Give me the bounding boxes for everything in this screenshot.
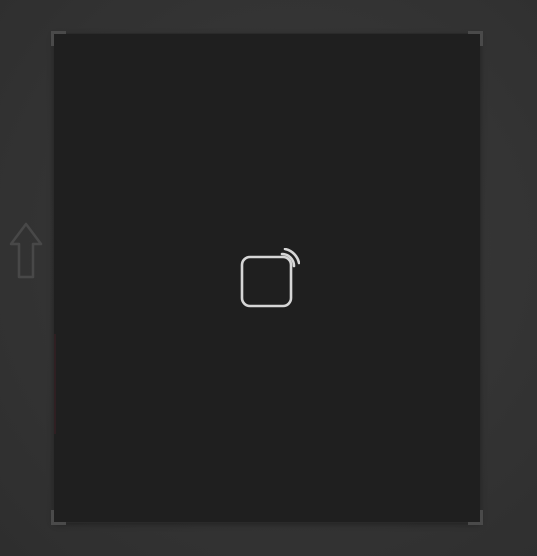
canvas-edge-mark xyxy=(54,334,56,434)
viewer-stage xyxy=(0,0,537,556)
crop-handle-top-right[interactable] xyxy=(468,31,483,46)
crop-handle-bottom-right[interactable] xyxy=(468,510,483,525)
crop-handle-bottom-left[interactable] xyxy=(51,510,66,525)
crop-handle-top-left[interactable] xyxy=(51,31,66,46)
up-arrow-icon[interactable] xyxy=(9,222,43,280)
screen-cast-icon[interactable] xyxy=(240,248,300,308)
image-canvas[interactable] xyxy=(51,31,483,525)
